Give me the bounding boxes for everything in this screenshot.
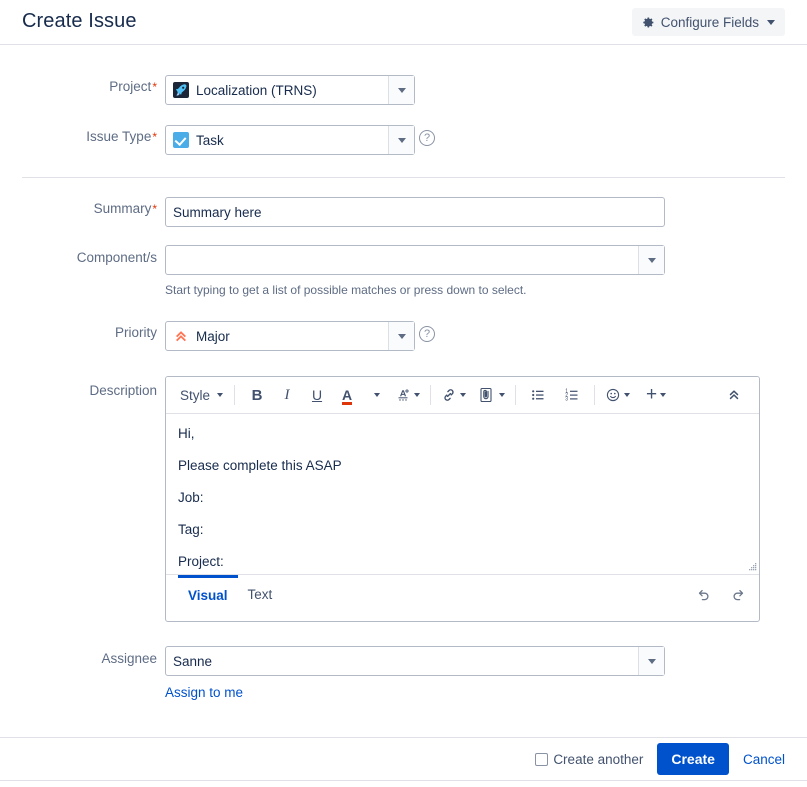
text-color-button[interactable]: A [332,382,362,408]
rocket-project-icon [173,82,189,98]
editor-footer: Visual Text [166,574,759,613]
project-value: Localization (TRNS) [196,82,317,98]
assignee-value: Sanne [173,653,213,669]
link-button[interactable] [438,382,469,408]
section-divider [22,177,785,178]
dialog-header: Create Issue Configure Fields [0,0,807,45]
chevron-down-icon [217,393,224,397]
undo-button[interactable] [695,586,712,603]
text-color-dropdown-button[interactable] [362,382,392,408]
create-button[interactable]: Create [657,743,729,775]
toolbar-separator [430,385,432,405]
toolbar-separator [594,385,596,405]
text-effects-button[interactable] [392,382,423,408]
chevron-down-icon [374,393,381,397]
project-dropdown-arrow[interactable] [388,76,414,104]
chevron-down-icon [460,393,467,397]
description-line: Tag: [178,522,204,537]
project-label: Project* [109,79,157,94]
color-swatch [341,401,353,405]
issue-type-label: Issue Type* [86,129,157,144]
priority-major-icon [173,328,189,344]
chevron-down-icon [414,393,421,397]
paperclip-icon [480,387,492,403]
text-effects-icon [398,389,409,401]
chevron-down-icon [767,19,775,25]
summary-input[interactable] [165,197,665,227]
redo-button[interactable] [730,586,747,603]
bold-button[interactable]: B [242,382,272,408]
priority-help-icon[interactable]: ? [419,326,435,342]
editor-toolbar: Style B I U A 1 2 3 + [166,377,759,414]
toolbar-separator [515,385,517,405]
issue-type-help-icon[interactable]: ? [419,130,435,146]
description-content[interactable]: Hi, Please complete this ASAP Job: Tag: … [166,414,759,574]
required-marker: * [152,130,157,144]
create-another-label: Create another [553,751,644,767]
italic-button[interactable]: I [272,382,302,408]
resize-grip-icon[interactable] [748,563,757,572]
emoji-icon [606,388,620,402]
bullet-list-icon [532,390,544,400]
description-line: Please complete this ASAP [178,458,342,473]
priority-value: Major [196,328,230,344]
numbered-list-icon: 1 2 3 [565,389,578,403]
assignee-label: Assignee [101,651,157,666]
configure-fields-button[interactable]: Configure Fields [631,8,785,36]
assign-to-me-link[interactable]: Assign to me [165,685,243,700]
plus-icon: + [645,384,658,405]
assignee-dropdown-arrow[interactable] [638,647,664,675]
redo-icon [733,589,744,600]
style-dropdown-button[interactable]: Style [176,382,227,408]
issue-type-value: Task [196,132,224,148]
create-issue-form: Project* Localization (TRNS) Issue Type* [0,45,807,737]
task-checkbox-icon [173,132,189,148]
numbered-list-button[interactable]: 1 2 3 [557,382,587,408]
issue-type-dropdown-arrow[interactable] [388,126,414,154]
priority-dropdown-arrow[interactable] [388,322,414,350]
tab-text[interactable]: Text [238,576,283,613]
collapse-toolbar-button[interactable] [719,382,749,408]
toolbar-separator [234,385,236,405]
attachment-button[interactable] [475,382,508,408]
create-another-checkbox[interactable]: Create another [535,752,643,767]
components-label: Component/s [76,250,157,265]
project-select[interactable]: Localization (TRNS) [165,75,415,105]
dialog-footer: Create another Create Cancel [0,737,807,781]
summary-label: Summary* [93,201,157,216]
issue-type-select[interactable]: Task [165,125,415,155]
description-line: Job: [178,490,204,505]
chevron-down-icon [499,393,506,397]
description-line: Hi, [178,426,195,441]
description-line: Project: [178,554,224,569]
gear-icon [642,16,655,29]
required-marker: * [152,202,157,216]
components-hint: Start typing to get a list of possible m… [165,283,527,297]
emoji-button[interactable] [602,382,633,408]
tab-visual[interactable]: Visual [178,575,238,612]
assignee-select[interactable]: Sanne [165,646,665,676]
chevron-down-icon [660,393,667,397]
required-marker: * [152,80,157,94]
chevron-down-icon [624,393,631,397]
description-label: Description [89,383,157,398]
description-editor: Style B I U A 1 2 3 + Hi, Please complet… [165,376,760,622]
undo-icon [698,589,709,600]
components-select[interactable] [165,245,665,275]
bullet-list-button[interactable] [523,382,553,408]
page-title: Create Issue [22,10,137,32]
link-icon [444,389,454,401]
components-dropdown-arrow[interactable] [638,246,664,274]
checkbox-box[interactable] [535,752,549,766]
configure-fields-label: Configure Fields [660,14,759,30]
cancel-button[interactable]: Cancel [743,752,785,767]
underline-button[interactable]: U [302,382,332,408]
insert-more-button[interactable]: + [641,382,671,408]
chevron-double-up-icon [729,390,739,400]
priority-select[interactable]: Major [165,321,415,351]
svg-text:3: 3 [565,397,568,403]
priority-label: Priority [114,325,157,340]
